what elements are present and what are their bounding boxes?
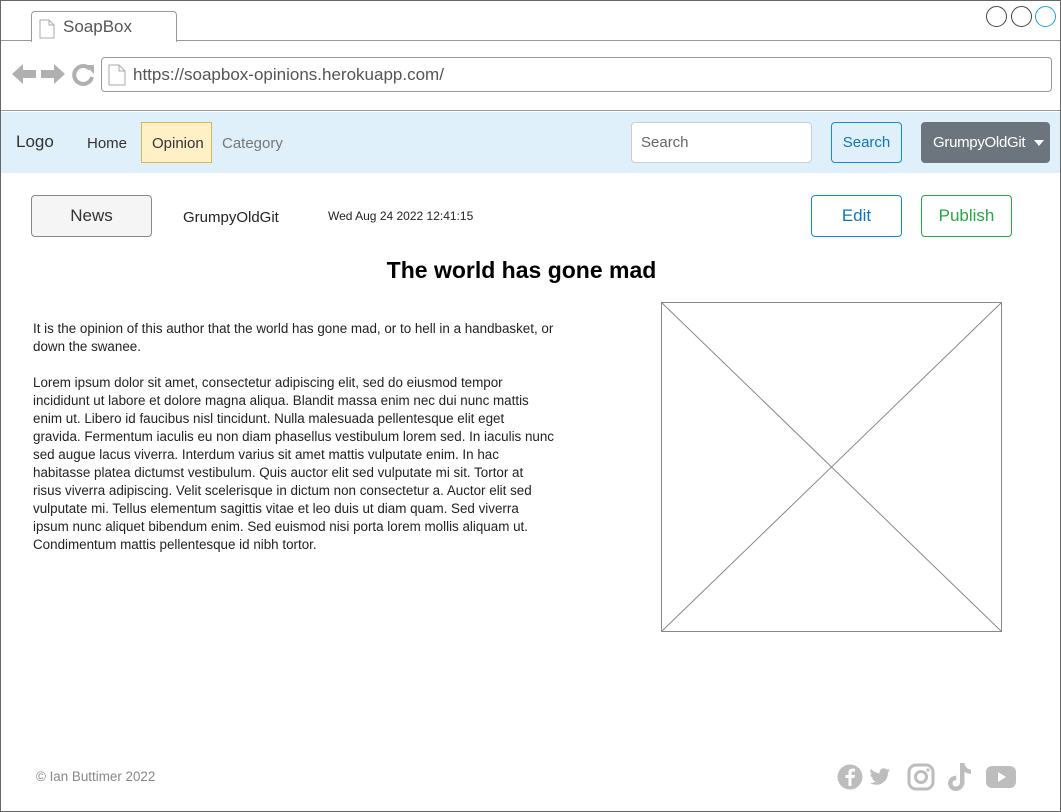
tab-title: SoapBox <box>63 17 132 36</box>
nav-link-label: Opinion <box>152 135 204 152</box>
back-arrow-icon[interactable] <box>11 62 37 86</box>
document-icon <box>39 19 55 39</box>
maximize-window-icon[interactable] <box>1011 6 1032 27</box>
nav-link-category[interactable]: Category <box>222 135 283 152</box>
address-bar: https://soapbox-opinions.herokuapp.com/ <box>1 42 1060 111</box>
post-timestamp: Wed Aug 24 2022 12:41:15 <box>328 209 474 223</box>
site-logo[interactable]: Logo <box>16 132 54 152</box>
post-body: It is the opinion of this author that th… <box>33 320 554 554</box>
post-paragraph: It is the opinion of this author that th… <box>33 321 554 354</box>
close-window-icon[interactable] <box>1035 6 1056 27</box>
category-button[interactable]: News <box>31 195 152 237</box>
publish-button[interactable]: Publish <box>921 195 1012 237</box>
facebook-icon[interactable] <box>837 763 863 791</box>
user-menu-button[interactable]: GrumpyOldGit <box>921 122 1050 163</box>
caret-down-icon <box>1034 140 1044 146</box>
search-button[interactable]: Search <box>831 122 902 163</box>
post-author: GrumpyOldGit <box>183 209 279 226</box>
site-navbar: Logo Home Opinion Category Search Grumpy… <box>1 112 1060 173</box>
document-icon <box>108 64 126 86</box>
nav-link-home[interactable]: Home <box>87 135 127 152</box>
image-placeholder <box>661 302 1002 632</box>
url-field[interactable]: https://soapbox-opinions.herokuapp.com/ <box>101 57 1052 92</box>
search-input[interactable] <box>631 122 812 163</box>
footer-copyright: © Ian Buttimer 2022 <box>36 769 156 784</box>
browser-window: SoapBox https://soapbox-opinions.herokua… <box>0 0 1061 812</box>
twitter-icon[interactable] <box>869 767 891 787</box>
url-text: https://soapbox-opinions.herokuapp.com/ <box>133 65 444 84</box>
minimize-window-icon[interactable] <box>986 6 1007 27</box>
forward-arrow-icon[interactable] <box>40 62 66 86</box>
tiktok-icon[interactable] <box>947 761 973 793</box>
instagram-icon[interactable] <box>907 763 935 791</box>
user-menu-label: GrumpyOldGit <box>933 134 1026 151</box>
youtube-icon[interactable] <box>985 765 1017 789</box>
browser-tab[interactable]: SoapBox <box>31 11 177 42</box>
post-title: The world has gone mad <box>386 257 657 283</box>
edit-button[interactable]: Edit <box>811 195 902 237</box>
tab-bar: SoapBox <box>1 1 1060 42</box>
reload-icon[interactable] <box>71 63 95 87</box>
post-paragraph: Lorem ipsum dolor sit amet, consectetur … <box>33 375 554 552</box>
nav-link-opinion[interactable]: Opinion <box>141 122 212 163</box>
